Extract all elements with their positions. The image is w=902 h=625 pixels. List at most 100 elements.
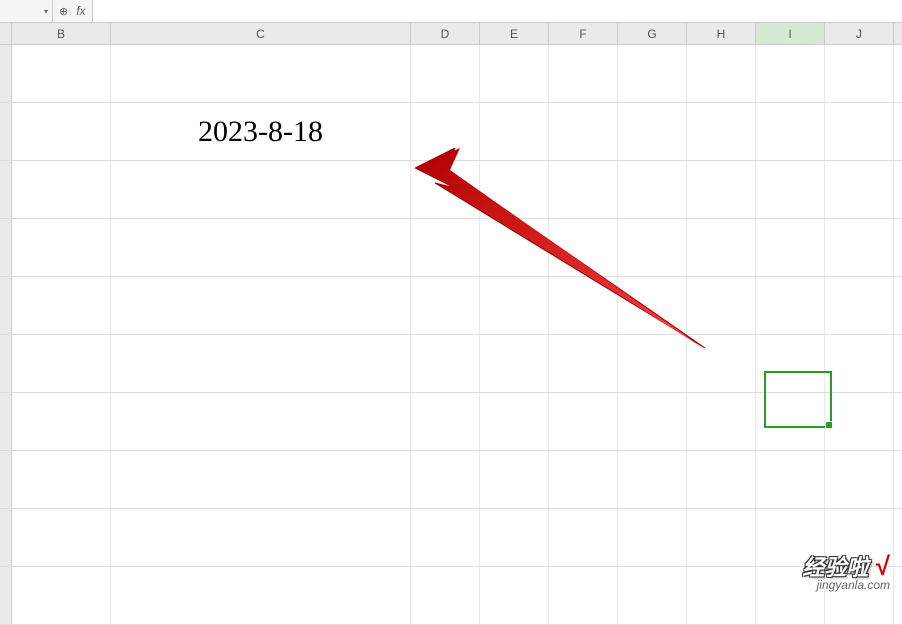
cell[interactable] — [480, 45, 549, 102]
cell[interactable] — [825, 335, 894, 392]
cell[interactable] — [12, 219, 111, 276]
cell[interactable] — [756, 335, 825, 392]
cell[interactable] — [825, 451, 894, 508]
cell[interactable] — [480, 509, 549, 566]
corner-cell[interactable] — [0, 23, 12, 44]
cell[interactable] — [687, 509, 756, 566]
cell[interactable] — [111, 219, 411, 276]
cell[interactable] — [549, 219, 618, 276]
cell[interactable] — [687, 335, 756, 392]
cell[interactable] — [687, 219, 756, 276]
cell[interactable] — [618, 45, 687, 102]
cell[interactable] — [111, 509, 411, 566]
cell[interactable] — [549, 567, 618, 624]
fx-label[interactable]: fx — [76, 4, 85, 18]
cell[interactable] — [687, 103, 756, 160]
formula-input[interactable] — [93, 0, 902, 22]
col-header-J[interactable]: J — [825, 23, 894, 44]
cell[interactable] — [825, 103, 894, 160]
cell[interactable] — [12, 451, 111, 508]
cell[interactable] — [12, 393, 111, 450]
cell[interactable] — [480, 103, 549, 160]
row-header[interactable] — [0, 219, 12, 276]
cell[interactable] — [618, 277, 687, 334]
cell[interactable] — [480, 451, 549, 508]
col-header-C[interactable]: C — [111, 23, 411, 44]
row-header[interactable] — [0, 45, 12, 102]
cell[interactable] — [825, 161, 894, 218]
cell[interactable] — [618, 103, 687, 160]
cell[interactable] — [480, 161, 549, 218]
col-header-E[interactable]: E — [480, 23, 549, 44]
col-header-B[interactable]: B — [12, 23, 111, 44]
cell[interactable] — [480, 335, 549, 392]
cell[interactable] — [825, 393, 894, 450]
row-header[interactable] — [0, 393, 12, 450]
cell[interactable] — [411, 567, 480, 624]
cell[interactable] — [12, 161, 111, 218]
cell[interactable] — [411, 451, 480, 508]
cell[interactable] — [549, 451, 618, 508]
cell[interactable] — [411, 161, 480, 218]
cell[interactable] — [549, 161, 618, 218]
cell[interactable] — [756, 451, 825, 508]
row-header[interactable] — [0, 335, 12, 392]
cell[interactable] — [12, 45, 111, 102]
cell[interactable] — [687, 277, 756, 334]
cell[interactable] — [411, 509, 480, 566]
cell[interactable] — [756, 393, 825, 450]
cell[interactable] — [411, 335, 480, 392]
row-header[interactable] — [0, 103, 12, 160]
row-header[interactable] — [0, 161, 12, 218]
cell[interactable] — [618, 451, 687, 508]
cell[interactable] — [825, 219, 894, 276]
cell[interactable] — [12, 567, 111, 624]
row-header[interactable] — [0, 567, 12, 624]
cell[interactable] — [480, 567, 549, 624]
cell[interactable] — [618, 161, 687, 218]
cell[interactable] — [12, 277, 111, 334]
cell[interactable] — [618, 509, 687, 566]
cell[interactable] — [411, 45, 480, 102]
cell[interactable] — [825, 45, 894, 102]
row-header[interactable] — [0, 509, 12, 566]
cell[interactable] — [549, 45, 618, 102]
cell[interactable] — [687, 567, 756, 624]
cell[interactable] — [687, 161, 756, 218]
cell[interactable] — [111, 451, 411, 508]
cell[interactable] — [12, 335, 111, 392]
cell[interactable] — [549, 393, 618, 450]
cell[interactable] — [12, 509, 111, 566]
col-header-F[interactable]: F — [549, 23, 618, 44]
cell[interactable] — [411, 103, 480, 160]
cell[interactable] — [411, 219, 480, 276]
cell[interactable] — [618, 567, 687, 624]
grid[interactable]: 2023-8-18 — [0, 45, 902, 625]
cell[interactable] — [411, 277, 480, 334]
col-header-G[interactable]: G — [618, 23, 687, 44]
search-fx-icon[interactable]: ⊕ — [59, 5, 68, 18]
cell[interactable] — [549, 335, 618, 392]
cell[interactable] — [549, 277, 618, 334]
cell[interactable] — [111, 567, 411, 624]
cell[interactable] — [549, 103, 618, 160]
cell[interactable] — [111, 277, 411, 334]
col-header-I[interactable]: I — [756, 23, 825, 44]
cell[interactable] — [12, 103, 111, 160]
name-box[interactable]: ▾ — [0, 0, 53, 22]
col-header-H[interactable]: H — [687, 23, 756, 44]
cell[interactable] — [111, 45, 411, 102]
cell[interactable] — [480, 277, 549, 334]
col-header-D[interactable]: D — [411, 23, 480, 44]
cell[interactable] — [480, 393, 549, 450]
cell[interactable] — [825, 277, 894, 334]
cell-with-date[interactable]: 2023-8-18 — [111, 103, 411, 160]
cell[interactable] — [756, 161, 825, 218]
cell[interactable] — [618, 219, 687, 276]
cell[interactable] — [111, 161, 411, 218]
row-header[interactable] — [0, 451, 12, 508]
cell[interactable] — [687, 451, 756, 508]
cell[interactable] — [480, 219, 549, 276]
cell[interactable] — [618, 335, 687, 392]
cell[interactable] — [687, 45, 756, 102]
